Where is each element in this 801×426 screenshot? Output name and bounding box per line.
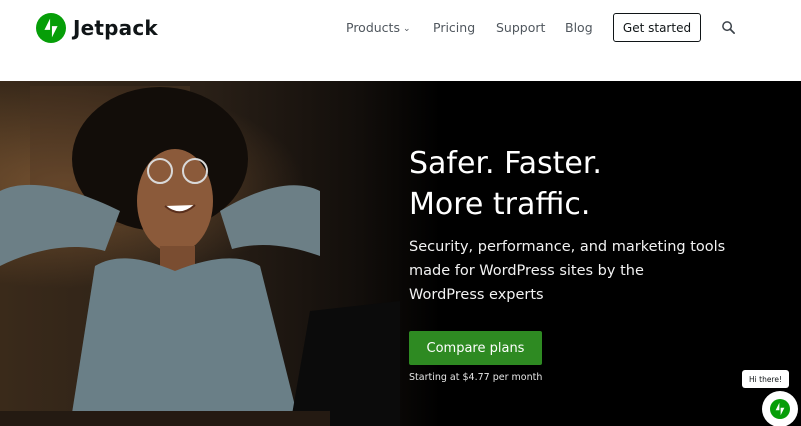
chevron-down-icon: ⌄ — [402, 24, 411, 34]
search-icon[interactable] — [721, 20, 736, 35]
jetpack-chat-icon — [770, 399, 790, 419]
site-header: Jetpack Products ⌄ Pricing Support Blog G… — [0, 0, 801, 80]
hero-title-line-1: Safer. Faster. — [409, 146, 602, 181]
hero-subtitle-line-3: WordPress experts — [409, 287, 544, 303]
hero-subtitle-line-2: made for WordPress sites by the — [409, 263, 644, 279]
hero-subtitle: Security, performance, and marketing too… — [409, 235, 749, 307]
nav-support[interactable]: Support — [496, 20, 545, 35]
hero-title-line-2: More traffic. — [409, 187, 591, 222]
hero-title: Safer. Faster. More traffic. — [409, 143, 602, 225]
chat-greeting-bubble[interactable]: Hi there! — [742, 370, 789, 388]
hero-section: Safer. Faster. More traffic. Security, p… — [0, 81, 801, 426]
chat-launcher-button[interactable] — [762, 391, 798, 426]
nav-pricing[interactable]: Pricing — [433, 20, 475, 35]
nav-products[interactable]: Products ⌄ — [346, 20, 411, 35]
hero-subtitle-line-1: Security, performance, and marketing too… — [409, 239, 726, 255]
compare-plans-button[interactable]: Compare plans — [409, 331, 542, 365]
price-note: Starting at $4.77 per month — [409, 372, 543, 383]
get-started-button[interactable]: Get started — [613, 13, 701, 42]
nav-blog[interactable]: Blog — [565, 20, 593, 35]
nav-products-label: Products — [346, 20, 400, 35]
